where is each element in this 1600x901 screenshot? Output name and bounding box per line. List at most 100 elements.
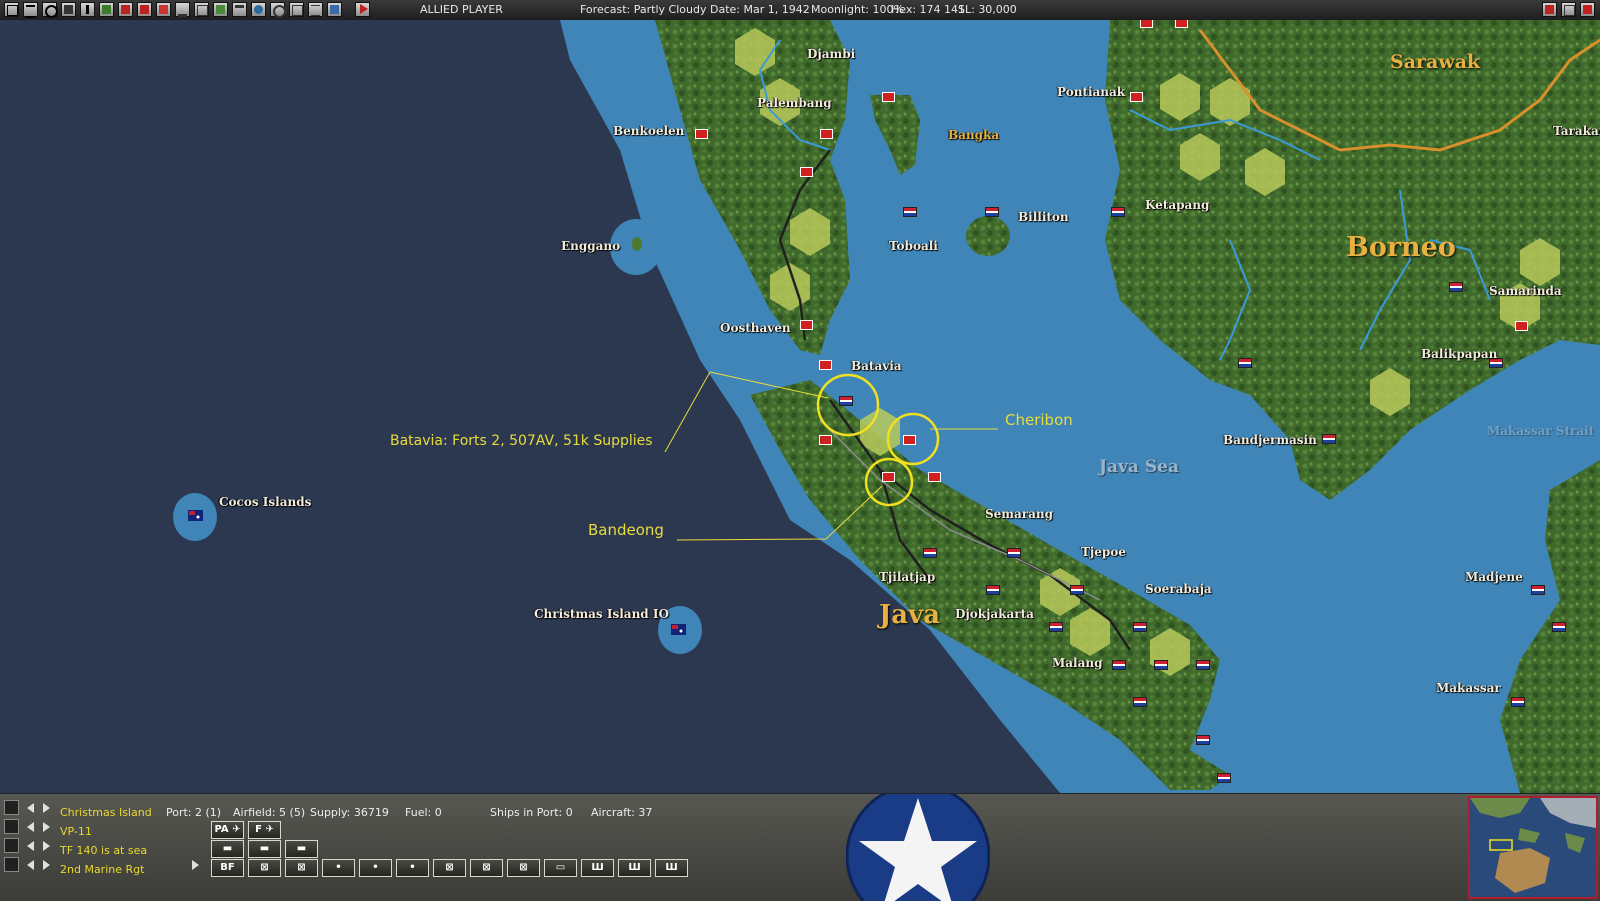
supply-icon[interactable] <box>194 2 209 17</box>
place-toboali[interactable]: Toboali <box>889 239 938 253</box>
airfield-stat: Airfield: 5 (5) <box>233 806 306 819</box>
prev-base-icon[interactable] <box>27 803 34 813</box>
annotation-bandeong: Bandeong <box>588 521 664 539</box>
prev-ground-unit-icon[interactable] <box>27 860 34 870</box>
next-base-icon[interactable] <box>43 803 50 813</box>
air-group-icon[interactable] <box>4 819 19 834</box>
task-force-icon[interactable] <box>4 838 19 853</box>
list-icon[interactable] <box>23 2 38 18</box>
row-base-label[interactable]: Christmas Island <box>60 806 152 819</box>
moonlight-label: Moonlight: 100% <box>811 3 904 16</box>
place-semarang[interactable]: Semarang <box>985 507 1053 521</box>
printer-icon[interactable] <box>61 2 76 17</box>
next-air-group-icon[interactable] <box>43 822 50 832</box>
unit-hq-button-3[interactable]: • <box>396 859 429 877</box>
convoy-icon[interactable] <box>232 2 247 17</box>
place-cocos[interactable]: Cocos Islands <box>219 495 311 509</box>
ships-in-port-stat: Ships in Port: 0 <box>490 806 573 819</box>
unit-air-support-button[interactable]: ⊠ <box>470 859 503 877</box>
unit-fort-button[interactable]: Ш <box>581 859 614 877</box>
row-ground-unit-label[interactable]: 2nd Marine Rgt <box>60 863 144 876</box>
hex-label: Hex: 174 141 <box>891 3 966 16</box>
place-ketapang[interactable]: Ketapang <box>1145 198 1209 212</box>
ship-icon[interactable] <box>137 2 152 17</box>
fuel-stat: Fuel: 0 <box>405 806 442 819</box>
ship-button-1[interactable]: ▬ <box>211 840 244 858</box>
unit-hq-button[interactable]: • <box>322 859 355 877</box>
chart-icon[interactable] <box>213 2 228 17</box>
next-task-force-icon[interactable] <box>43 841 50 851</box>
sea-java-sea: Java Sea <box>1099 457 1179 477</box>
unit-infantry-button-2[interactable]: ⊠ <box>285 859 318 877</box>
place-bandjermasin[interactable]: Bandjermasin <box>1223 433 1317 447</box>
ship-button-3[interactable]: ▬ <box>285 840 318 858</box>
unit-engineer-button[interactable]: ▭ <box>544 859 577 877</box>
place-balikpapan[interactable]: Balikpapan <box>1421 347 1497 361</box>
date-label: Date: Mar 1, 1942 <box>710 3 810 16</box>
row-task-force-label[interactable]: TF 140 is at sea <box>60 844 147 857</box>
gear-icon[interactable] <box>42 2 58 18</box>
fighter-air-button[interactable]: F ✈ <box>248 821 281 839</box>
place-christmas[interactable]: Christmas Island IO <box>534 607 669 621</box>
aircraft-stat: Aircraft: 37 <box>591 806 653 819</box>
sl-label: SL: 30,000 <box>958 3 1017 16</box>
port-stat: Port: 2 (1) <box>166 806 222 819</box>
allied-star-emblem <box>846 794 990 901</box>
place-djambi[interactable]: Djambi <box>807 47 855 61</box>
flag-icon[interactable] <box>156 2 171 17</box>
place-tarakan[interactable]: Tarakan <box>1553 124 1600 138</box>
place-benkoelen[interactable]: Benkoelen <box>613 124 684 138</box>
place-samarinda[interactable]: Samarinda <box>1489 284 1562 298</box>
info-icon[interactable] <box>80 2 95 17</box>
region-borneo: Borneo <box>1346 232 1456 263</box>
mini-map[interactable] <box>1468 796 1598 899</box>
row-air-group-label[interactable]: VP-11 <box>60 825 92 838</box>
prev-air-group-icon[interactable] <box>27 822 34 832</box>
place-tjepoe[interactable]: Tjepoe <box>1081 545 1126 559</box>
place-pontianak[interactable]: Pontianak <box>1057 85 1125 99</box>
place-tjilatjap[interactable]: Tjilatjap <box>879 570 935 584</box>
place-palembang[interactable]: Palembang <box>757 96 832 110</box>
place-madjene[interactable]: Madjene <box>1465 570 1523 584</box>
place-malang[interactable]: Malang <box>1052 656 1103 670</box>
place-soerabaja[interactable]: Soerabaja <box>1145 582 1212 596</box>
place-bangka[interactable]: Bangka <box>948 128 999 142</box>
close-window-icon[interactable] <box>4 2 19 17</box>
base-icon[interactable] <box>99 2 114 17</box>
report-icon[interactable] <box>308 2 323 17</box>
unit-fort-button-3[interactable]: Ш <box>655 859 688 877</box>
sea-makassar-strait: Makassar Strait <box>1487 424 1595 438</box>
unit-fort-button-2[interactable]: Ш <box>618 859 651 877</box>
ground-unit-icon[interactable] <box>4 857 19 872</box>
place-enggano[interactable]: Enggano <box>561 239 620 253</box>
strategic-map[interactable]: Djambi Palembang Benkoelen Bangka Pontia… <box>0 20 1600 793</box>
ops-icon[interactable] <box>289 2 304 17</box>
prev-task-force-icon[interactable] <box>27 841 34 851</box>
collapse-icon[interactable] <box>1561 2 1576 17</box>
base-icon[interactable] <box>4 800 19 815</box>
screen-icon[interactable] <box>327 2 342 17</box>
unit-infantry-button[interactable]: ⊠ <box>248 859 281 877</box>
unit-armor-button[interactable]: ⊠ <box>433 859 466 877</box>
place-djokjakarta[interactable]: Djokjakarta <box>955 607 1034 621</box>
close-icon[interactable] <box>1580 2 1595 17</box>
place-oosthaven[interactable]: Oosthaven <box>720 321 791 335</box>
place-makassar[interactable]: Makassar <box>1436 681 1501 695</box>
map-toggle-icon[interactable] <box>1542 2 1557 17</box>
airplane-icon[interactable] <box>118 2 133 17</box>
place-batavia[interactable]: Batavia <box>851 359 902 373</box>
place-billiton[interactable]: Billiton <box>1018 210 1069 224</box>
ground-menu-arrow-icon[interactable] <box>192 860 199 870</box>
patrol-air-button[interactable]: PA ✈ <box>211 821 244 839</box>
target-icon[interactable] <box>270 2 286 18</box>
bf-button[interactable]: BF <box>211 859 244 877</box>
ship-button-2[interactable]: ▬ <box>248 840 281 858</box>
globe-icon[interactable] <box>251 2 266 17</box>
next-ground-unit-icon[interactable] <box>43 860 50 870</box>
unit-hq-button-2[interactable]: • <box>359 859 392 877</box>
top-toolbar: ALLIED PLAYER Forecast: Partly Cloudy Da… <box>0 0 1600 21</box>
end-turn-icon[interactable] <box>355 2 370 17</box>
unit-artillery-button[interactable]: ⊠ <box>507 859 540 877</box>
info-panel: Christmas Island VP-11 TF 140 is at sea … <box>0 793 1600 901</box>
bomber-icon[interactable] <box>175 2 190 17</box>
